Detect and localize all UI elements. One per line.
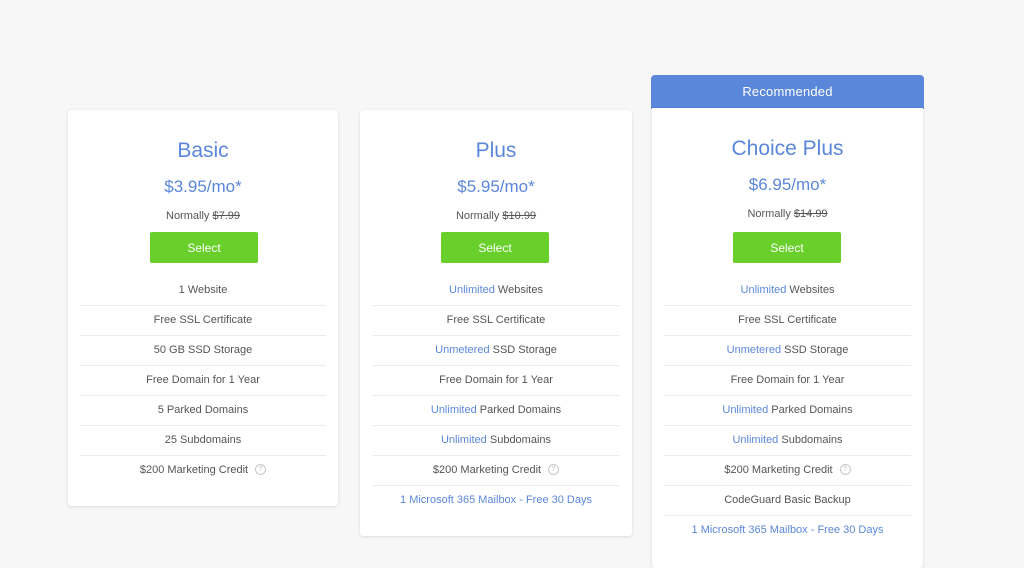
feature-text: Free SSL Certificate — [446, 314, 546, 326]
normal-price: Normally $10.99 — [360, 210, 632, 222]
plan-price: $3.95/mo* — [164, 177, 242, 196]
feature-item: 25 Subdomains — [80, 426, 326, 456]
plan-price: $6.95/mo* — [748, 175, 827, 194]
feature-highlight: Unlimited — [722, 404, 769, 416]
feature-item: Unlimited Parked Domains — [372, 396, 620, 426]
select-basic-button[interactable]: Select — [150, 232, 258, 263]
feature-link[interactable]: 1 Microsoft 365 Mailbox - Free 30 Days — [372, 486, 620, 516]
feature-item: 5 Parked Domains — [80, 396, 326, 426]
feature-item: Free SSL Certificate — [664, 306, 911, 336]
feature-text: Subdomains — [486, 434, 552, 446]
feature-item: Unlimited Subdomains — [372, 426, 620, 456]
feature-text: 5 Parked Domains — [157, 404, 249, 416]
feature-highlight: Unlimited — [740, 284, 787, 296]
original-price: $7.99 — [212, 210, 240, 222]
recommended-banner: Recommended — [651, 75, 924, 109]
feature-highlight: Unmetered — [435, 344, 490, 356]
feature-item: 50 GB SSD Storage — [80, 336, 326, 366]
feature-text: Parked Domains — [768, 404, 853, 416]
original-price: $14.99 — [793, 208, 828, 220]
feature-item: Free Domain for 1 Year — [372, 366, 620, 396]
feature-list: Unlimited Websites Free SSL Certificate Un… — [372, 276, 620, 516]
feature-item: $200 Marketing Credit? — [664, 456, 911, 486]
feature-item: Unlimited Websites — [372, 276, 620, 306]
original-price: $10.99 — [502, 210, 537, 222]
feature-text: Websites — [786, 284, 835, 296]
feature-item: CodeGuard Basic Backup — [664, 486, 911, 516]
feature-text: Subdomains — [778, 434, 843, 446]
feature-text: SSD Storage — [489, 344, 557, 356]
plan-card-choice-plus: Choice Plus $6.95/mo* Normally $14.99 Se… — [652, 108, 923, 568]
normal-price: Normally $7.99 — [68, 210, 338, 222]
feature-highlight: Unlimited — [430, 404, 477, 416]
feature-text: 1 Website — [178, 284, 228, 296]
feature-text: $200 Marketing Credit — [139, 464, 249, 476]
help-icon[interactable]: ? — [839, 463, 851, 475]
feature-text: $200 Marketing Credit — [724, 464, 833, 476]
feature-link[interactable]: 1 Microsoft 365 Mailbox - Free 30 Days — [664, 516, 911, 546]
help-icon[interactable]: ? — [548, 463, 560, 475]
plan-name: Plus — [475, 139, 517, 162]
feature-text: Free SSL Certificate — [153, 314, 253, 326]
feature-list: 1 Website Free SSL Certificate 50 GB SSD S… — [80, 276, 326, 486]
feature-item: Unlimited Websites — [664, 276, 911, 306]
feature-text: Websites — [494, 284, 543, 296]
feature-item: 1 Website — [80, 276, 326, 306]
feature-text: 25 Subdomains — [164, 434, 242, 446]
feature-highlight: Unmetered — [726, 344, 782, 356]
feature-item: $200 Marketing Credit? — [372, 456, 620, 486]
normally-label: Normally — [166, 210, 210, 222]
feature-list: Unlimited Websites Free SSL Certificate Un… — [664, 276, 911, 546]
feature-highlight: Unlimited — [449, 284, 495, 296]
feature-text: Parked Domains — [476, 404, 562, 416]
feature-highlight: Unlimited — [440, 434, 487, 446]
feature-item: Free Domain for 1 Year — [664, 366, 911, 396]
normally-label: Normally — [455, 210, 500, 222]
feature-item: Free SSL Certificate — [372, 306, 620, 336]
feature-item: Unmetered SSD Storage — [372, 336, 620, 366]
feature-text: Free Domain for 1 Year — [730, 374, 845, 386]
feature-text: Free Domain for 1 Year — [146, 374, 260, 386]
feature-item: Unlimited Subdomains — [664, 426, 911, 456]
feature-text: Free Domain for 1 Year — [439, 374, 553, 386]
plan-card-plus: Plus $5.95/mo* Normally $10.99 Select Un… — [360, 110, 632, 536]
plan-card-basic: Basic $3.95/mo* Normally $7.99 Select 1 … — [68, 110, 338, 506]
feature-text: 50 GB SSD Storage — [153, 344, 253, 356]
feature-text: SSD Storage — [781, 344, 849, 356]
select-choice-plus-button[interactable]: Select — [733, 232, 841, 263]
feature-text: Free SSL Certificate — [738, 314, 837, 326]
feature-text: $200 Marketing Credit — [432, 464, 542, 476]
feature-item: Unmetered SSD Storage — [664, 336, 911, 366]
plan-name: Choice Plus — [731, 137, 844, 160]
normal-price: Normally $14.99 — [652, 208, 923, 220]
feature-text: CodeGuard Basic Backup — [724, 494, 851, 506]
plan-price: $5.95/mo* — [457, 177, 535, 196]
feature-text: 1 Microsoft 365 Mailbox - Free 30 Days — [400, 494, 592, 506]
feature-item: Unlimited Parked Domains — [664, 396, 911, 426]
feature-item: $200 Marketing Credit? — [80, 456, 326, 486]
plan-name: Basic — [177, 139, 229, 162]
normally-label: Normally — [747, 208, 791, 220]
help-icon[interactable]: ? — [255, 463, 267, 475]
feature-text: 1 Microsoft 365 Mailbox - Free 30 Days — [691, 524, 884, 536]
feature-item: Free SSL Certificate — [80, 306, 326, 336]
feature-highlight: Unlimited — [732, 434, 779, 446]
select-plus-button[interactable]: Select — [441, 232, 549, 263]
feature-item: Free Domain for 1 Year — [80, 366, 326, 396]
